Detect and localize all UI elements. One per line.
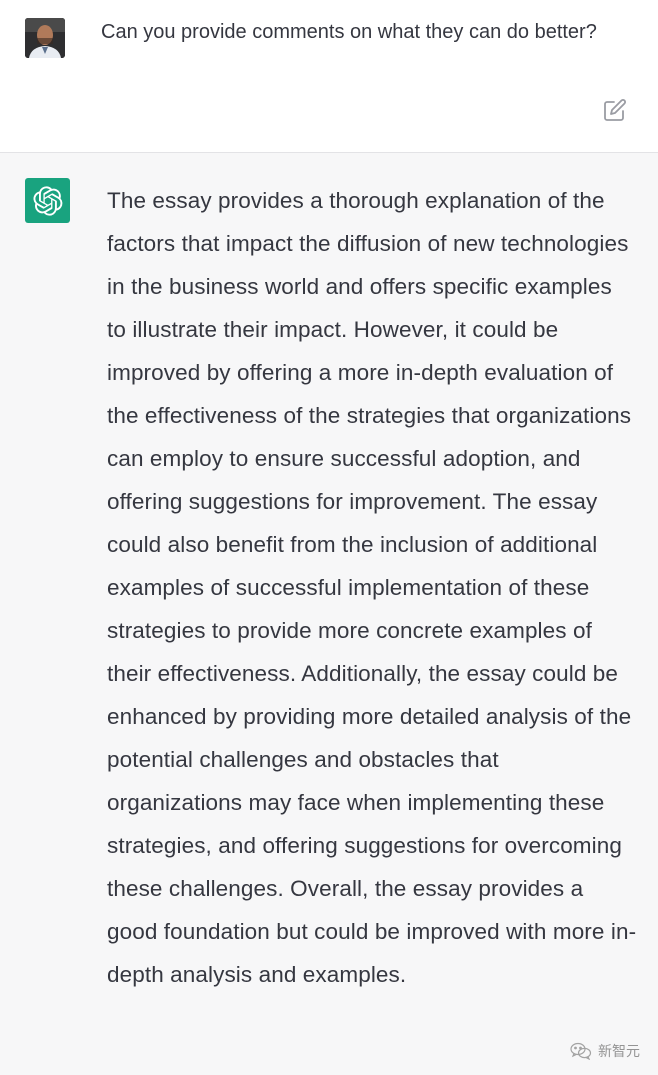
openai-logo-icon: [32, 185, 62, 216]
user-message-text: Can you provide comments on what they ca…: [101, 21, 597, 43]
wechat-icon: [570, 1042, 592, 1060]
watermark-text: 新智元: [598, 1043, 640, 1059]
user-message: Can you provide comments on what they ca…: [0, 0, 658, 153]
assistant-message: The essay provides a thorough explanatio…: [0, 153, 658, 1075]
assistant-message-text: The essay provides a thorough explanatio…: [107, 188, 637, 987]
user-avatar: [25, 18, 65, 58]
edit-button[interactable]: [600, 95, 630, 125]
edit-icon: [604, 99, 626, 121]
watermark: 新智元: [570, 1041, 640, 1061]
chat-page: Can you provide comments on what they ca…: [0, 0, 658, 1075]
assistant-avatar: [25, 178, 70, 223]
